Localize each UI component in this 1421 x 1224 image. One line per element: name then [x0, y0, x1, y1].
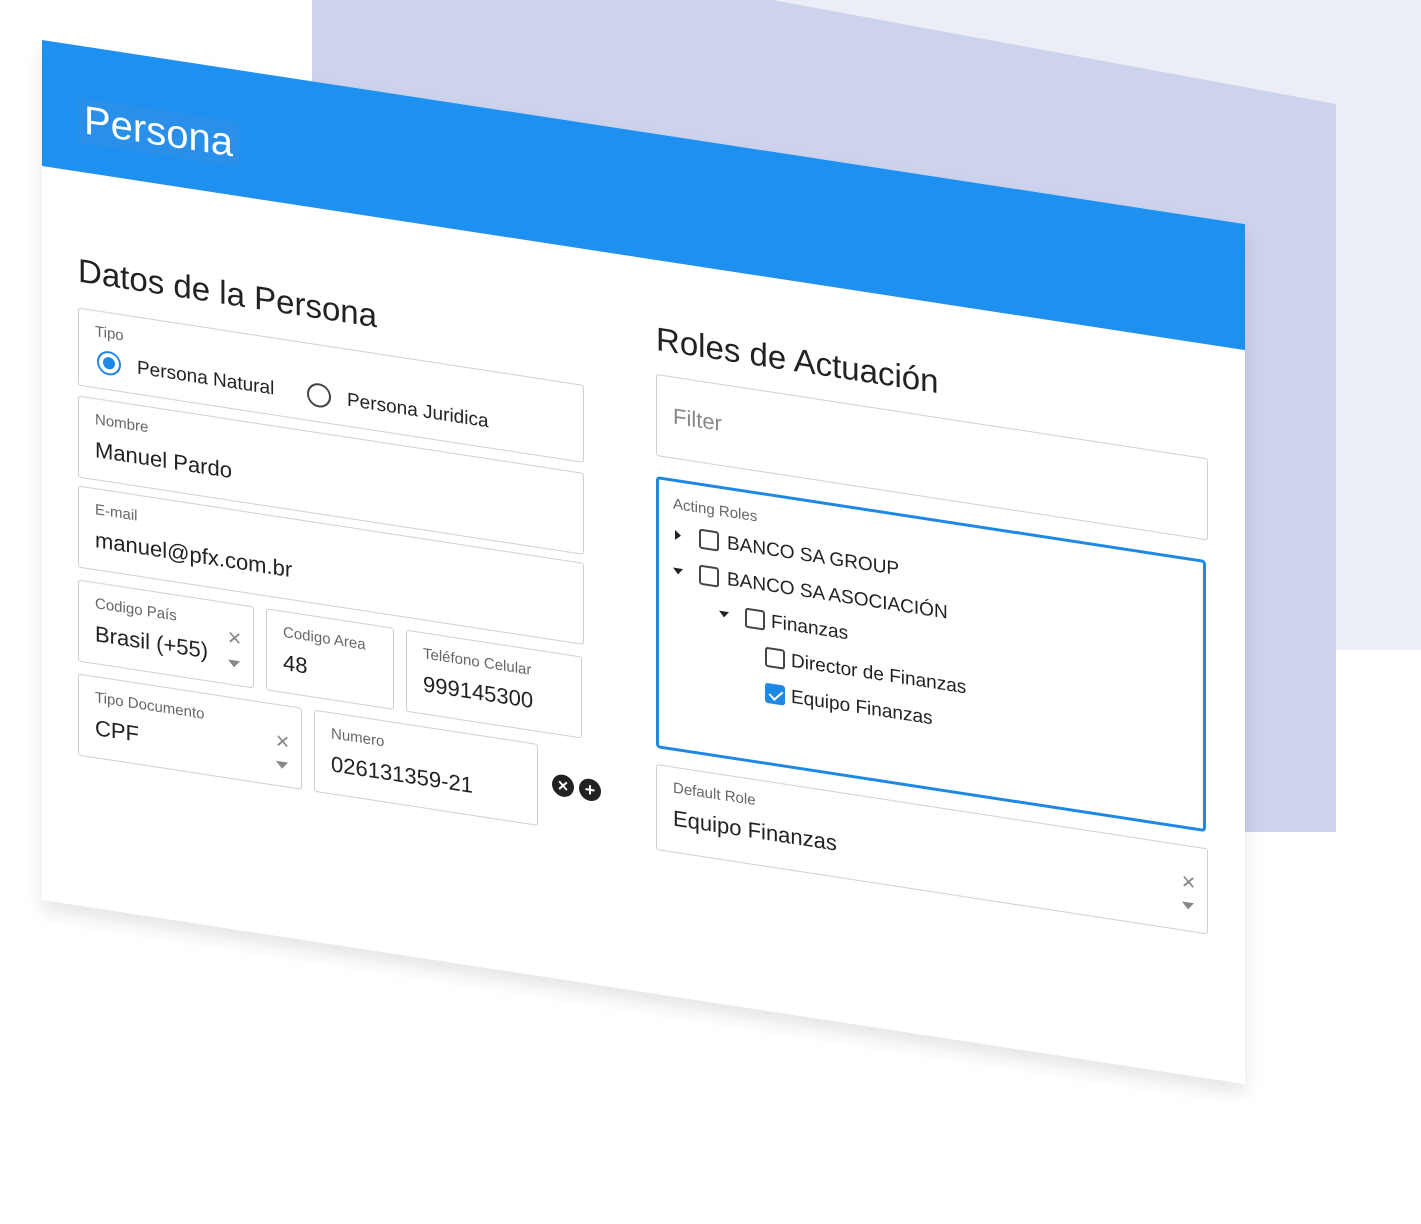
codigo-area-label: Codigo Area: [283, 623, 366, 654]
default-role-value: Equipo Finanzas: [673, 805, 837, 856]
telefono-value: 999145300: [423, 671, 534, 714]
tree-label-finanzas: Finanzas: [771, 611, 849, 645]
email-value: manuel@pfx.com.br: [95, 527, 293, 583]
codigo-pais-select[interactable]: Codigo País Brasil (+55) ✕: [78, 579, 254, 689]
collapse-icon[interactable]: [673, 567, 683, 576]
codigo-area-value: 48: [283, 649, 308, 679]
dropdown-caret-icon[interactable]: [276, 760, 288, 770]
checkbox-director-finanzas[interactable]: [765, 646, 785, 670]
radio-label-natural: Persona Natural: [137, 357, 275, 400]
radio-persona-juridica[interactable]: [307, 381, 331, 410]
tipo-documento-select[interactable]: Tipo Documento CPF ✕: [78, 673, 302, 790]
numero-field[interactable]: Numero 026131359-21: [314, 709, 538, 826]
checkbox-finanzas[interactable]: [745, 607, 765, 631]
filter-placeholder: Filter: [673, 403, 722, 437]
tipo-documento-value: CPF: [95, 715, 139, 747]
dropdown-caret-icon[interactable]: [1182, 901, 1194, 911]
clear-icon[interactable]: ✕: [227, 627, 242, 650]
clear-icon[interactable]: ✕: [1181, 871, 1196, 894]
numero-value: 026131359-21: [331, 751, 473, 798]
radio-label-juridica: Persona Juridica: [347, 389, 489, 433]
page-title: Persona: [78, 97, 239, 168]
checkbox-banco-sa-group[interactable]: [699, 528, 719, 552]
persona-card: Persona Datos de la Persona Tipo Persona…: [42, 40, 1245, 1224]
expand-icon[interactable]: [675, 529, 681, 541]
codigo-pais-value: Brasil (+55): [95, 621, 209, 664]
tipo-label: Tipo: [95, 323, 124, 345]
tree-label-equipo-finanzas: Equipo Finanzas: [791, 686, 933, 730]
codigo-pais-label: Codigo País: [95, 595, 177, 625]
codigo-area-field[interactable]: Codigo Area 48: [266, 608, 394, 710]
dropdown-caret-icon[interactable]: [228, 659, 240, 669]
default-role-label: Default Role: [673, 779, 756, 810]
email-label: E-mail: [95, 501, 138, 525]
collapse-icon[interactable]: [719, 610, 729, 619]
remove-circle-icon[interactable]: ×: [552, 773, 574, 799]
checkbox-banco-sa-asociacion[interactable]: [699, 564, 719, 588]
nombre-label: Nombre: [95, 411, 149, 437]
nombre-value: Manuel Pardo: [95, 437, 232, 484]
acting-roles-label: Acting Roles: [673, 495, 758, 526]
telefono-field[interactable]: Teléfono Celular 999145300: [406, 629, 582, 739]
numero-label: Numero: [331, 725, 385, 751]
card-body: Persona Datos de la Persona Tipo Persona…: [42, 40, 1245, 1085]
checkbox-equipo-finanzas[interactable]: [765, 682, 785, 706]
clear-icon[interactable]: ✕: [275, 731, 290, 754]
add-circle-icon[interactable]: +: [579, 777, 601, 803]
radio-persona-natural[interactable]: [97, 349, 121, 378]
